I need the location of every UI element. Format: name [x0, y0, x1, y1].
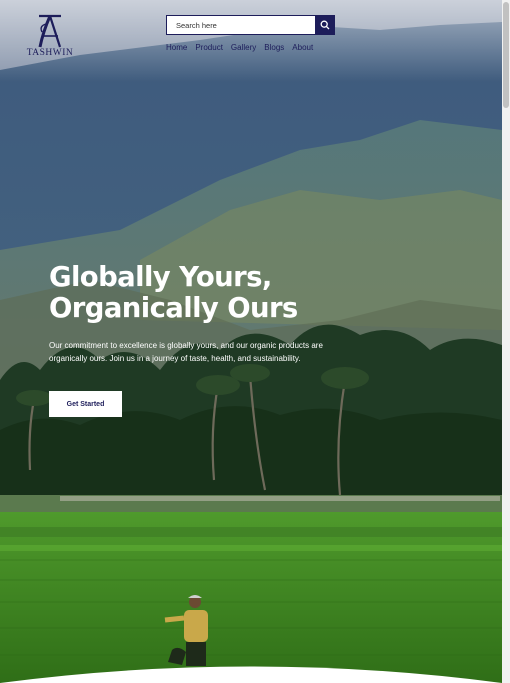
hero-subtext: Our commitment to excellence is globally… [49, 341, 323, 363]
search-bar [166, 15, 335, 35]
hero-headline-line2: Organically Ours [49, 292, 298, 324]
search-button[interactable] [315, 15, 335, 35]
nav-item-about[interactable]: About [292, 43, 313, 52]
hero-section: TASHWIN Home Product Gallery Blogs About… [0, 0, 502, 683]
nav-item-gallery[interactable]: Gallery [231, 43, 256, 52]
get-started-button[interactable]: Get Started [49, 391, 122, 417]
page-scrollbar[interactable] [502, 0, 510, 683]
scrollbar-thumb[interactable] [503, 2, 509, 108]
search-input[interactable] [166, 15, 315, 35]
nav-item-product[interactable]: Product [195, 43, 223, 52]
hero-headline-line1: Globally Yours, [49, 261, 272, 293]
logo[interactable]: TASHWIN [24, 12, 76, 66]
logo-text: TASHWIN [26, 48, 74, 58]
hero-headline: Globally Yours, Organically Ours [49, 262, 349, 324]
monogram-logo-icon [38, 14, 62, 48]
main-nav: Home Product Gallery Blogs About [166, 43, 313, 52]
search-icon [320, 20, 330, 30]
nav-item-home[interactable]: Home [166, 43, 187, 52]
nav-item-blogs[interactable]: Blogs [264, 43, 284, 52]
